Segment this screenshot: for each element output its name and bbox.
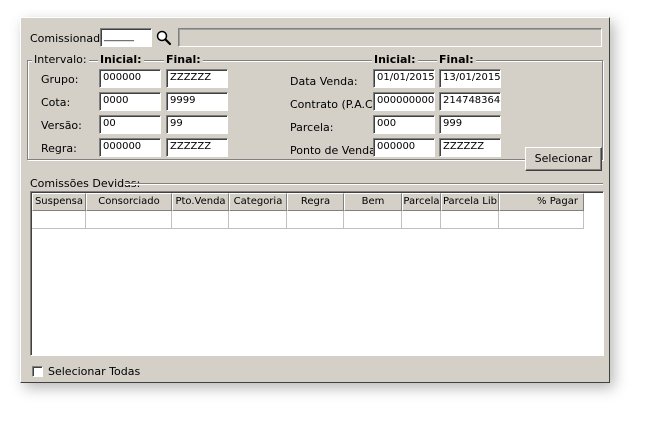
table-cell[interactable]	[344, 211, 402, 229]
data-venda-inicial-input[interactable]: 01/01/2015	[373, 69, 435, 88]
col-consorciado[interactable]: Consorciado	[86, 193, 172, 211]
cota-final-input[interactable]: 9999	[166, 92, 228, 111]
col-parcela[interactable]: Parcela	[402, 193, 441, 211]
grupo-inicial-input[interactable]: 000000	[99, 69, 161, 88]
contrato-label: Contrato (P.A.C.):	[290, 98, 385, 111]
versao-label: Versão:	[41, 119, 82, 132]
right-final-header: Final:	[437, 53, 476, 66]
select-all-checkbox[interactable]	[32, 366, 43, 377]
col-suspensa[interactable]: Suspensa	[32, 193, 86, 211]
contrato-final-input[interactable]: 2147483647	[439, 92, 501, 111]
table-cell[interactable]	[499, 211, 584, 229]
cota-inicial-input[interactable]: 0000	[99, 92, 161, 111]
regra-inicial-input[interactable]: 000000	[99, 138, 161, 157]
grupo-final-input[interactable]: ZZZZZZ	[166, 69, 228, 88]
data-venda-final-input[interactable]: 13/01/2015	[439, 69, 501, 88]
grid-header: Suspensa Consorciado Pto.Venda Categoria…	[32, 193, 584, 211]
cota-label: Cota:	[41, 96, 71, 109]
versao-inicial-input[interactable]: 00	[99, 115, 161, 134]
inicial-header: Inicial:	[98, 53, 144, 66]
col-regra[interactable]: Regra	[287, 193, 344, 211]
select-all-label[interactable]: Selecionar Todas	[48, 365, 140, 378]
parcela-label: Parcela:	[290, 121, 334, 134]
contrato-inicial-input[interactable]: 0000000000	[373, 92, 435, 111]
comissoes-grid[interactable]: Suspensa Consorciado Pto.Venda Categoria…	[30, 191, 604, 356]
comissionado-label: Comissionado:	[30, 32, 111, 45]
comissionado-code-input[interactable]: ______	[100, 28, 152, 47]
table-cell[interactable]	[32, 211, 86, 229]
intervalo-legend: Intervalo:	[32, 53, 89, 66]
table-cell[interactable]	[172, 211, 229, 229]
versao-final-input[interactable]: 99	[166, 115, 228, 134]
table-row[interactable]	[32, 211, 584, 229]
col-bem[interactable]: Bem	[344, 193, 402, 211]
data-venda-label: Data Venda:	[290, 75, 358, 88]
commission-window: Comissionado: ______ Intervalo: Inicial:…	[20, 17, 610, 383]
col-pto-venda[interactable]: Pto.Venda	[172, 193, 229, 211]
right-inicial-header: Inicial:	[372, 53, 418, 66]
table-cell[interactable]	[229, 211, 287, 229]
comissoes-separator	[125, 183, 603, 185]
regra-final-input[interactable]: ZZZZZZ	[166, 138, 228, 157]
col-parcela-lib[interactable]: Parcela Lib	[441, 193, 499, 211]
final-header: Final:	[164, 53, 203, 66]
table-cell[interactable]	[441, 211, 499, 229]
parcela-inicial-input[interactable]: 000	[373, 115, 435, 134]
regra-label: Regra:	[41, 142, 77, 155]
comissionado-name-display	[178, 28, 602, 47]
table-cell[interactable]	[287, 211, 344, 229]
table-cell[interactable]	[86, 211, 172, 229]
ponto-venda-label: Ponto de Venda:	[290, 144, 380, 157]
ponto-venda-inicial-input[interactable]: 000000	[373, 138, 435, 157]
grupo-label: Grupo:	[41, 73, 79, 86]
ponto-venda-final-input[interactable]: ZZZZZZ	[439, 138, 501, 157]
table-cell[interactable]	[402, 211, 441, 229]
comissoes-legend: Comissões Devidas:	[30, 177, 141, 190]
col-percent-pagar[interactable]: % Pagar	[499, 193, 584, 211]
selecionar-button[interactable]: Selecionar	[525, 147, 602, 171]
parcela-final-input[interactable]: 999	[439, 115, 501, 134]
search-icon[interactable]	[155, 29, 173, 47]
col-categoria[interactable]: Categoria	[229, 193, 287, 211]
